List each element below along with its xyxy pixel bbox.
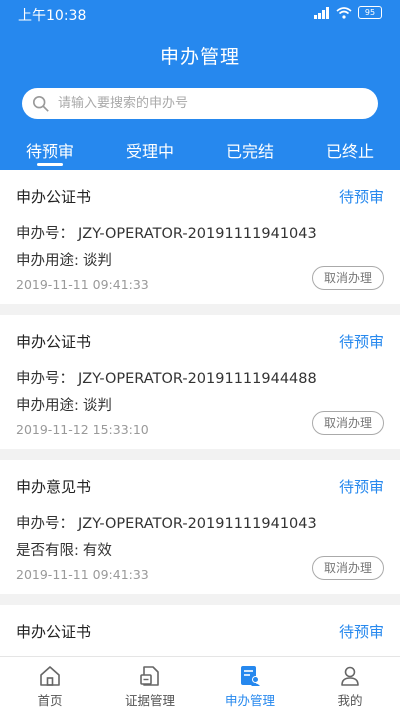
application-icon bbox=[241, 666, 260, 686]
card-date: 2019-11-12 15:33:10 bbox=[16, 422, 149, 437]
nav-label: 首页 bbox=[37, 693, 63, 708]
status-time: 上午10:38 bbox=[18, 8, 87, 24]
evidence-icon bbox=[140, 666, 159, 686]
status-badge: 待预审 bbox=[338, 333, 384, 351]
battery-icon: 95 bbox=[358, 6, 382, 19]
search-input[interactable] bbox=[56, 95, 360, 112]
status-bar: 上午10:38 95 bbox=[0, 0, 400, 26]
card-title: 申办公证书 bbox=[16, 623, 92, 641]
application-card[interactable]: 申办公证书 待预审 申办号： JZY-OPERATOR-2019111194448… bbox=[0, 315, 400, 449]
card-title: 申办公证书 bbox=[16, 333, 92, 351]
application-list[interactable]: 申办公证书 待预审 申办号： JZY-OPERATOR-2019111194104… bbox=[0, 170, 400, 656]
tab-pending-review[interactable]: 待预审 bbox=[0, 128, 100, 170]
nav-evidence[interactable]: 证据管理 bbox=[100, 657, 200, 712]
wifi-icon bbox=[336, 6, 352, 19]
application-number: 申办号： JZY-OPERATOR-20191111941043 bbox=[16, 516, 317, 532]
page-title: 申办管理 bbox=[159, 46, 240, 68]
search-bar[interactable] bbox=[22, 88, 378, 119]
cancel-button[interactable]: 取消办理 bbox=[312, 266, 384, 290]
status-tabs: 待预审 受理中 已完结 已终止 bbox=[0, 128, 400, 170]
tab-processing[interactable]: 受理中 bbox=[100, 128, 200, 170]
cancel-button[interactable]: 取消办理 bbox=[312, 411, 384, 435]
nav-profile[interactable]: 我的 bbox=[300, 657, 400, 712]
status-badge: 待预审 bbox=[338, 478, 384, 496]
nav-application[interactable]: 申办管理 bbox=[200, 657, 300, 712]
application-number: 申办号： JZY-OPERATOR-20191111944488 bbox=[16, 371, 317, 387]
nav-label: 证据管理 bbox=[124, 693, 175, 708]
application-number: 申办号： JZY-OPERATOR-20191111941043 bbox=[16, 226, 317, 242]
status-badge: 待预审 bbox=[338, 188, 384, 206]
card-date: 2019-11-11 09:41:33 bbox=[16, 567, 149, 582]
search-icon bbox=[32, 95, 49, 112]
card-title: 申办公证书 bbox=[16, 188, 92, 206]
nav-label: 申办管理 bbox=[224, 693, 275, 708]
application-purpose: 申办用途: 谈判 bbox=[16, 253, 112, 269]
application-card[interactable]: 申办公证书 待预审 bbox=[0, 605, 400, 656]
validity-field: 是否有限: 有效 bbox=[16, 543, 112, 559]
card-title: 申办意见书 bbox=[16, 478, 92, 496]
application-card[interactable]: 申办公证书 待预审 申办号： JZY-OPERATOR-2019111194104… bbox=[0, 170, 400, 304]
tab-terminated[interactable]: 已终止 bbox=[300, 128, 400, 170]
bottom-nav: 首页 证据管理 申办管理 我的 bbox=[0, 656, 400, 712]
signal-icon bbox=[314, 6, 329, 19]
application-card[interactable]: 申办意见书 待预审 申办号： JZY-OPERATOR-2019111194104… bbox=[0, 460, 400, 594]
card-date: 2019-11-11 09:41:33 bbox=[16, 277, 149, 292]
app-header: 上午10:38 95 申办管理 待预审 受理中 已完结 已终止 bbox=[0, 0, 400, 170]
application-purpose: 申办用途: 谈判 bbox=[16, 398, 112, 414]
home-icon bbox=[40, 666, 60, 686]
nav-label: 我的 bbox=[337, 693, 363, 708]
status-icons: 95 bbox=[314, 6, 382, 19]
tab-completed[interactable]: 已完结 bbox=[200, 128, 300, 170]
cancel-button[interactable]: 取消办理 bbox=[312, 556, 384, 580]
status-badge: 待预审 bbox=[338, 623, 384, 641]
nav-home[interactable]: 首页 bbox=[0, 657, 100, 712]
user-icon bbox=[341, 666, 359, 686]
